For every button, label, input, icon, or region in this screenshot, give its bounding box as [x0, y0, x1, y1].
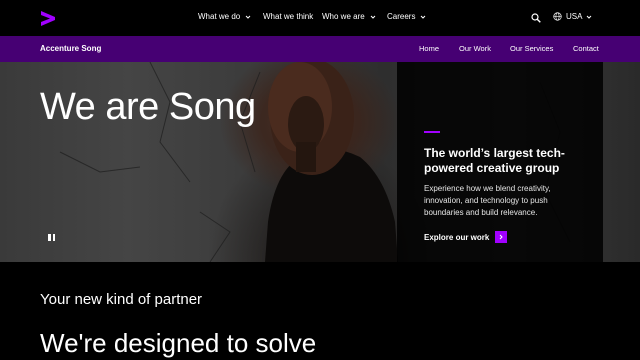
- chevron-down-icon: [370, 15, 376, 19]
- nav-item-what-we-think[interactable]: What we think: [263, 12, 313, 21]
- accenture-logo-icon[interactable]: [40, 10, 56, 26]
- hero-section: We are Song The world’s largest tech-pow…: [0, 62, 640, 262]
- nav-item-label: What we do: [198, 12, 241, 21]
- pause-icon: [48, 234, 51, 241]
- chevron-right-icon: [495, 231, 508, 243]
- nav-item-label: Careers: [387, 12, 416, 21]
- accent-line: [424, 131, 440, 133]
- subnav-link-contact[interactable]: Contact: [573, 44, 599, 53]
- subnav-title[interactable]: Accenture Song: [40, 44, 101, 53]
- nav-item-who-we-are[interactable]: Who we are: [322, 12, 376, 21]
- pause-icon: [52, 234, 55, 241]
- nav-item-label: Who we are: [322, 12, 365, 21]
- panel-text: Experience how we blend creativity, inno…: [424, 184, 551, 217]
- subnav-link-our-work[interactable]: Our Work: [459, 44, 491, 53]
- section-subheading: Your new kind of partner: [40, 291, 203, 308]
- search-icon[interactable]: [531, 13, 541, 23]
- chevron-down-icon: [587, 15, 592, 19]
- cta-label: Explore our work: [424, 232, 490, 242]
- hero-title: We are Song: [40, 86, 256, 128]
- sub-nav: Accenture Song Home Our Work Our Service…: [0, 36, 640, 62]
- top-nav: What we do What we think Who we are Care…: [0, 0, 640, 36]
- nav-item-label: What we think: [263, 12, 314, 21]
- region-label: USA: [566, 12, 583, 21]
- panel-heading: The world’s largest tech-powered creativ…: [424, 146, 565, 175]
- section-heading: We're designed to solve: [40, 328, 317, 358]
- chevron-down-icon: [421, 15, 426, 19]
- nav-item-careers[interactable]: Careers: [387, 12, 426, 21]
- pause-button[interactable]: [48, 234, 56, 243]
- subnav-link-our-services[interactable]: Our Services: [510, 44, 553, 53]
- chevron-down-icon: [245, 15, 251, 19]
- globe-icon: [553, 12, 562, 21]
- subnav-link-home[interactable]: Home: [419, 44, 439, 53]
- explore-our-work-link[interactable]: Explore our work: [424, 231, 508, 243]
- region-selector[interactable]: USA: [553, 12, 592, 21]
- hero-panel: The world’s largest tech-powered creativ…: [397, 62, 603, 262]
- nav-item-what-we-do[interactable]: What we do: [198, 12, 251, 21]
